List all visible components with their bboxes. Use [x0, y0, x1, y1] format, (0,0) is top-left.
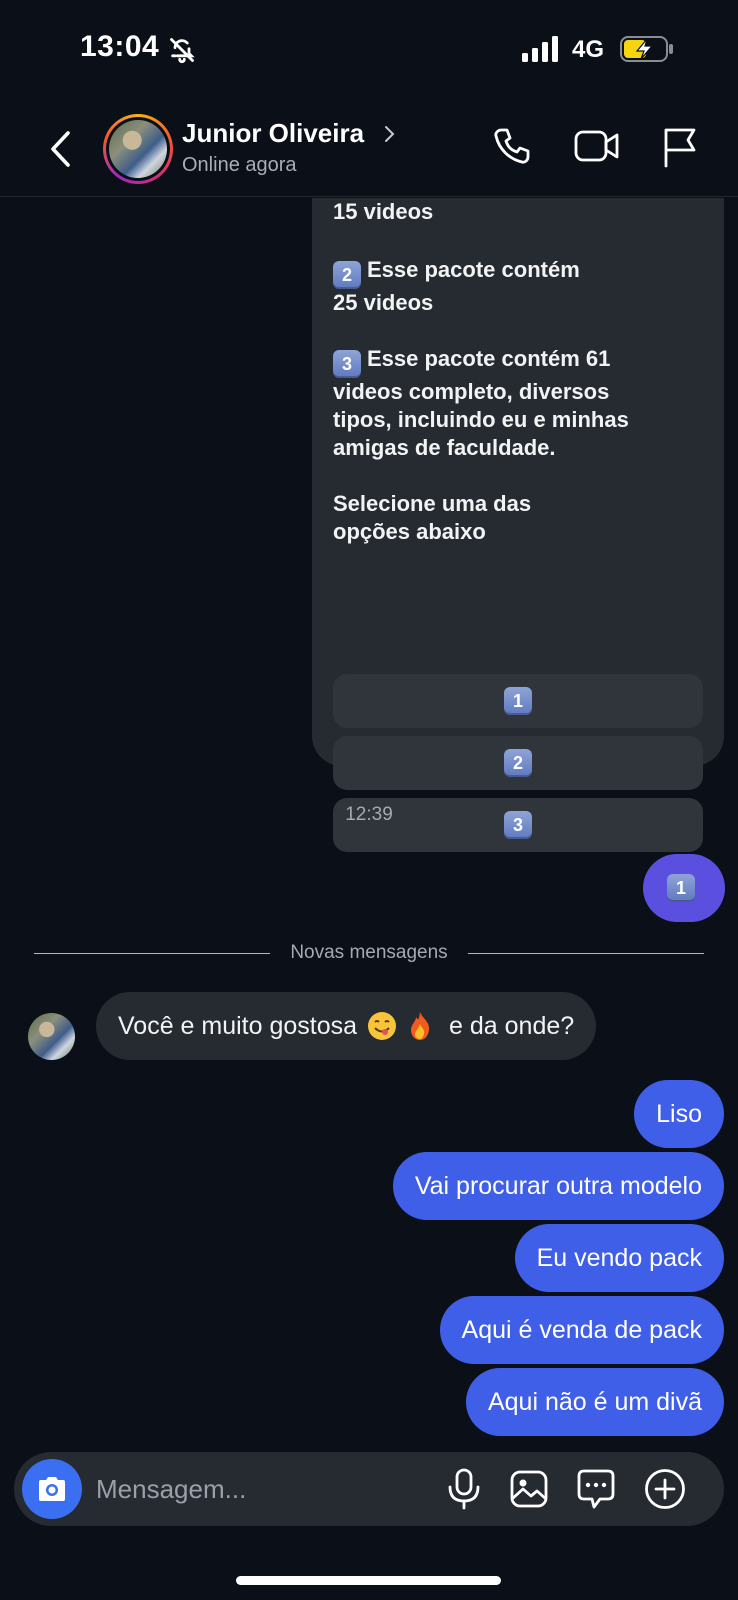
yum-face-emoji-icon	[368, 1012, 397, 1040]
new-messages-divider: Novas mensagens	[34, 942, 704, 966]
keycap-2-icon: 2	[333, 261, 361, 289]
contact-avatar[interactable]	[103, 114, 173, 184]
card-paragraph-3: 3 Esse pacote contém 61 videos completo, …	[333, 346, 629, 460]
status-bar: 13:04 4G	[0, 0, 738, 100]
outgoing-message-bubble[interactable]: Liso	[634, 1080, 724, 1148]
add-circle-icon[interactable]	[644, 1468, 686, 1510]
signal-icon	[522, 36, 558, 62]
status-time: 13:04	[80, 30, 160, 63]
camera-button[interactable]	[22, 1459, 82, 1519]
message-input[interactable]	[96, 1464, 416, 1514]
keycap-1-icon: 1	[504, 687, 532, 715]
report-flag-icon[interactable]	[662, 126, 698, 168]
outgoing-message-bubble[interactable]: Vai procurar outra modelo	[392, 1152, 724, 1220]
chat-bubble-icon[interactable]	[576, 1468, 616, 1510]
contact-status: Online agora	[182, 154, 297, 176]
incoming-message-bubble[interactable]: Você e muito gostosa e da onde?	[96, 992, 597, 1060]
option-button-1[interactable]: 1	[333, 674, 703, 728]
microphone-icon[interactable]	[444, 1468, 484, 1510]
contact-name[interactable]: Junior Oliveira	[182, 118, 364, 149]
bell-off-icon	[170, 38, 195, 64]
chevron-right-icon[interactable]	[383, 124, 395, 144]
battery-charging-icon	[620, 36, 673, 62]
message-composer	[14, 1452, 724, 1526]
sent-keycap-bubble[interactable]: 1	[643, 854, 725, 922]
camera-icon	[39, 1477, 65, 1501]
outgoing-message-bubble[interactable]: Aqui é venda de pack	[439, 1296, 724, 1364]
fire-emoji-icon	[411, 1012, 430, 1040]
chat-header: Junior Oliveira Online agora	[0, 100, 738, 197]
video-call-icon[interactable]	[574, 128, 620, 164]
phone-call-icon[interactable]	[492, 126, 532, 166]
message-timestamp: 12:39	[345, 804, 393, 825]
outgoing-message-bubble[interactable]: Aqui não é um divã	[465, 1368, 724, 1436]
back-arrow-icon[interactable]	[44, 128, 78, 170]
incoming-options-card: 15 videos 2 Esse pacote contém 25 videos …	[312, 198, 724, 852]
message-list[interactable]: 15 videos 2 Esse pacote contém 25 videos …	[0, 198, 738, 1448]
network-type: 4G	[572, 36, 605, 63]
keycap-2-icon: 2	[504, 749, 532, 777]
card-paragraph-select: Selecione uma das opções abaixo	[333, 491, 532, 544]
home-indicator[interactable]	[236, 1576, 501, 1585]
option-button-2[interactable]: 2	[333, 736, 703, 790]
gallery-icon[interactable]	[509, 1469, 549, 1509]
outgoing-message-bubble[interactable]: Eu vendo pack	[514, 1224, 724, 1292]
avatar-photo	[109, 120, 167, 178]
card-paragraph-2: 2 Esse pacote contém 25 videos	[333, 257, 580, 315]
keycap-1-icon: 1	[667, 874, 695, 902]
sender-avatar[interactable]	[28, 1013, 75, 1060]
keycap-3-icon: 3	[333, 350, 361, 378]
